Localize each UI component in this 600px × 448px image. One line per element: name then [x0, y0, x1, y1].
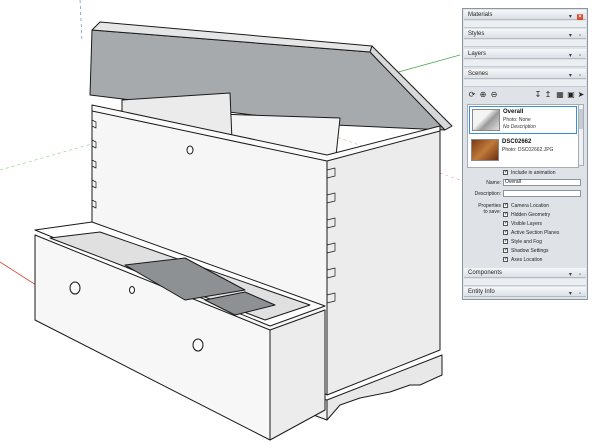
include-in-animation-checkbox[interactable]: ✓	[503, 170, 508, 175]
collapse-icon[interactable]: ▾	[567, 53, 573, 59]
scenes-toolbar: ⟳ ⊕ ⊖ ↧ ↥ ▦ ▣ ➤	[465, 90, 585, 102]
chest-side	[326, 129, 441, 396]
drawer-knob-right	[192, 338, 204, 352]
active-section-planes-checkbox[interactable]: ✓	[503, 230, 508, 235]
pin-icon[interactable]: ▫	[577, 272, 583, 278]
pin-icon[interactable]: ▫	[577, 291, 583, 297]
update-scene-icon[interactable]: ⟳	[467, 90, 477, 100]
collapse-icon[interactable]: ▾	[567, 272, 573, 278]
layers-panel-title: Layers	[468, 51, 487, 57]
styles-panel-body	[464, 40, 586, 47]
axes-location-label: Axes Location	[511, 257, 543, 263]
hidden-geometry-checkbox[interactable]: ✓	[503, 212, 508, 217]
close-icon[interactable]: ×	[577, 14, 583, 20]
green-axis-dashed	[0, 142, 96, 171]
active-section-planes-label: Active Section Planes	[511, 230, 560, 236]
add-scene-icon[interactable]: ⊕	[478, 90, 488, 100]
scene-description-field[interactable]	[503, 190, 581, 197]
styles-panel-title: Styles	[468, 31, 485, 37]
include-in-animation-label: Include in animation	[511, 170, 556, 176]
components-panel-title: Components	[468, 270, 503, 276]
description-label: Description:	[474, 191, 501, 197]
styles-panel-header[interactable]: Styles ▾ ▫	[464, 29, 586, 39]
drawer-keyhole	[129, 286, 135, 294]
components-panel-body	[464, 279, 586, 286]
collapse-icon[interactable]: ▾	[567, 73, 573, 79]
scene-name-field[interactable]: Overall	[503, 179, 581, 186]
shadow-settings-label: Shadow Settings	[511, 248, 549, 254]
camera-location-checkbox[interactable]: ✓	[503, 203, 508, 208]
move-scene-up-icon[interactable]: ↥	[543, 90, 553, 100]
pin-icon[interactable]: ▫	[577, 33, 583, 39]
move-scene-down-icon[interactable]: ↧	[533, 90, 543, 100]
pin-icon[interactable]: ▫	[577, 73, 583, 79]
scrollbar-thumb[interactable]	[579, 109, 583, 129]
entity-info-panel-header[interactable]: Entity Info ▾ ▫	[464, 287, 586, 297]
scene-photo: Photo: None	[503, 117, 531, 123]
scenes-panel-header[interactable]: Scenes ▾ ▫	[464, 69, 586, 79]
pin-icon[interactable]: ▫	[577, 53, 583, 59]
collapse-icon[interactable]: ▾	[567, 14, 573, 20]
materials-panel-header[interactable]: Materials ▾ ×	[464, 10, 586, 20]
default-tray: Materials ▾ × Styles ▾ ▫ Layers ▾ ▫ Scen…	[462, 8, 588, 300]
scene-photo: Photo: DSC02662.JPG	[502, 147, 554, 153]
visible-layers-checkbox[interactable]: ✓	[503, 221, 508, 226]
name-label: Name:	[486, 180, 501, 186]
materials-panel-title: Materials	[468, 12, 493, 18]
scene-item-dsc02662[interactable]: DSC02662 Photo: DSC02662.JPG	[469, 137, 577, 165]
axes-location-checkbox[interactable]: ✓	[503, 257, 508, 262]
collapse-icon[interactable]: ▾	[567, 33, 573, 39]
blue-axis	[79, 0, 83, 41]
scenes-panel-divider	[464, 80, 586, 87]
properties-label-2: to save:	[483, 209, 501, 215]
scene-thumbnail	[472, 109, 500, 131]
style-and-fog-checkbox[interactable]: ✓	[503, 239, 508, 244]
drawer-side	[269, 309, 326, 441]
scene-thumbnail	[471, 139, 499, 161]
collapse-icon[interactable]: ▾	[567, 291, 573, 297]
visible-layers-label: Visible Layers	[511, 221, 543, 227]
scenes-panel-title: Scenes	[468, 71, 489, 77]
scene-list-scrollbar[interactable]	[578, 104, 584, 166]
remove-scene-icon[interactable]: ⊖	[489, 90, 499, 100]
scene-name: DSC02662	[502, 139, 532, 145]
scene-name: Overall	[503, 109, 524, 115]
chest-model[interactable]	[34, 21, 453, 441]
show-details-icon[interactable]: ▣	[566, 90, 576, 100]
hidden-geometry-label: Hidden Geometry	[511, 212, 551, 218]
keyhole	[186, 145, 194, 155]
layers-panel-header[interactable]: Layers ▾ ▫	[464, 49, 586, 59]
scene-description: No Description	[503, 124, 536, 130]
style-and-fog-label: Style and Fog	[511, 239, 542, 245]
scene-list: Overall Photo: None No Description DSC02…	[467, 104, 579, 168]
layers-panel-body	[464, 60, 586, 67]
drawer-knob-left	[69, 281, 81, 295]
shadow-settings-checkbox[interactable]: ✓	[503, 248, 508, 253]
view-options-icon[interactable]: ▦	[555, 90, 565, 100]
scene-item-overall[interactable]: Overall Photo: None No Description	[469, 106, 577, 134]
camera-location-label: Camera Location	[511, 203, 550, 209]
materials-panel-body	[464, 21, 586, 28]
entity-info-panel-title: Entity Info	[468, 289, 495, 295]
details-arrow-icon[interactable]: ➤	[576, 90, 586, 100]
components-panel-header[interactable]: Components ▾ ▫	[464, 268, 586, 278]
